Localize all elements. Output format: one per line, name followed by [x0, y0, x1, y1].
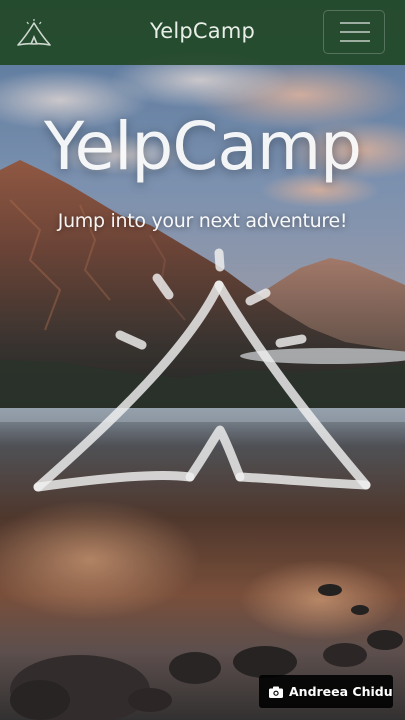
camera-icon — [269, 686, 283, 698]
photo-credit-name: Andreea Chidu — [289, 684, 393, 699]
photo-credit[interactable]: Andreea Chidu — [259, 675, 393, 708]
hero-title: YelpCamp — [43, 108, 362, 185]
landing-page: YelpCamp YelpCamp Jump into your next ad… — [0, 0, 405, 720]
hamburger-menu-icon — [340, 22, 370, 42]
tent-sketch-icon — [33, 248, 371, 492]
menu-toggle-button[interactable] — [323, 10, 385, 54]
navbar: YelpCamp — [0, 0, 405, 65]
hero-subtitle: Jump into your next adventure! — [57, 210, 348, 232]
